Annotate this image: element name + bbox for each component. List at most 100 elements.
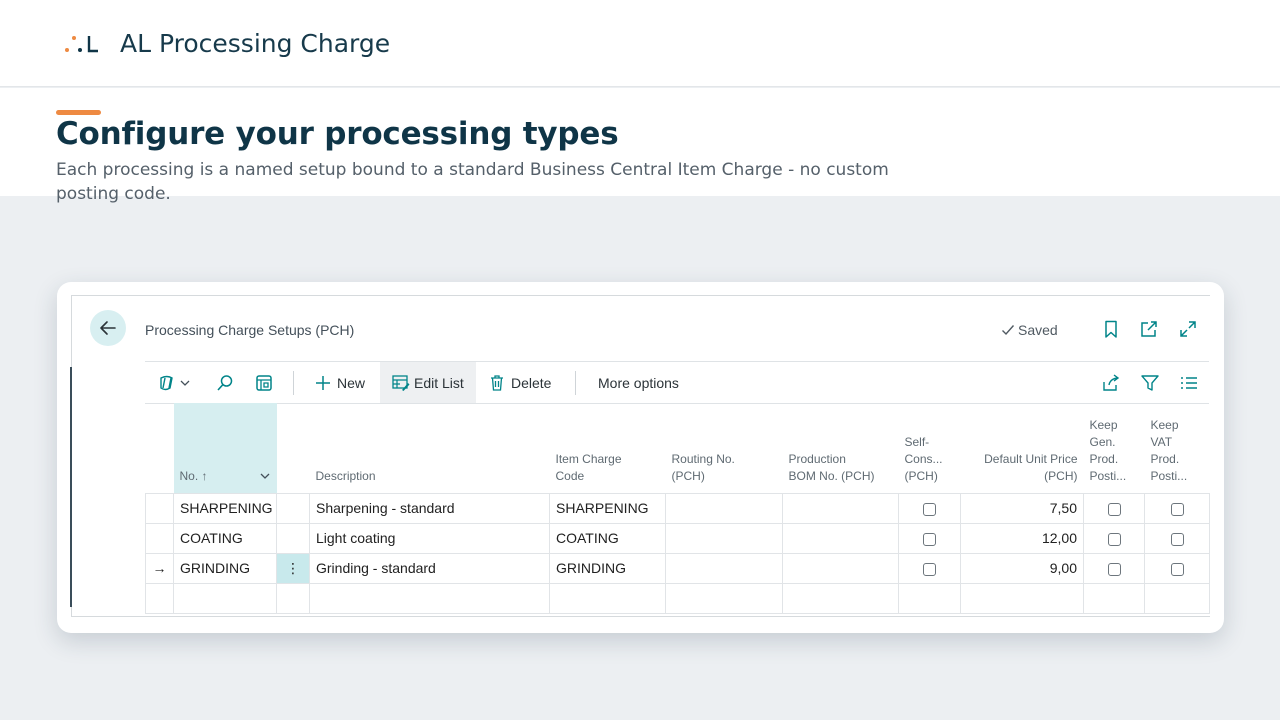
keep-vat-prod-checkbox[interactable] (1170, 532, 1184, 546)
cell-no[interactable]: GRINDING (173, 552, 277, 584)
item-charge-header-line: Item Charge (555, 451, 622, 466)
column-header-keep-vat-prod-posting[interactable]: Keep VAT Prod. Posti... (1145, 403, 1210, 493)
new-button[interactable]: New (315, 362, 365, 403)
table-row[interactable]: COATING Light coating COATING 12,00 (145, 522, 1210, 554)
share-button[interactable] (1101, 362, 1121, 403)
bookmark-icon[interactable] (1101, 319, 1121, 339)
saved-status: Saved (1001, 322, 1058, 338)
table-row-empty[interactable] (145, 582, 1210, 614)
row-menu-header (277, 403, 310, 493)
cell-item-charge-code[interactable]: COATING (549, 522, 666, 554)
cell-production-bom[interactable] (782, 552, 899, 584)
list-view-button[interactable] (1179, 362, 1199, 403)
cell-default-unit-price[interactable] (960, 582, 1084, 614)
delete-button[interactable]: Delete (489, 362, 551, 403)
search-button[interactable] (215, 362, 235, 403)
back-button[interactable] (90, 310, 126, 346)
self-consumption-checkbox[interactable] (923, 502, 936, 516)
row-actions-cell[interactable] (276, 492, 310, 524)
keep-gen-prod-checkbox[interactable] (1107, 562, 1121, 576)
cell-keep-gen-prod (1083, 552, 1145, 584)
cell-keep-vat-prod (1144, 492, 1210, 524)
vat-header-line: Prod. (1150, 451, 1180, 466)
table-row-selected[interactable]: → GRINDING ⋮ Grinding - standard GRINDIN… (145, 552, 1210, 584)
page-caption: Processing Charge Setups (PCH) (145, 322, 355, 338)
item-charge-header-line: Code (555, 468, 585, 483)
cell-routing-no[interactable] (665, 552, 783, 584)
cell-production-bom[interactable] (782, 582, 899, 614)
column-header-production-bom[interactable]: Production BOM No. (PCH) (783, 403, 899, 493)
keep-vat-prod-checkbox[interactable] (1170, 562, 1184, 576)
cell-self-consumption[interactable] (898, 582, 961, 614)
cell-production-bom[interactable] (782, 492, 899, 524)
row-indicator (145, 582, 174, 614)
cell-no[interactable]: COATING (173, 522, 277, 554)
search-icon (217, 374, 233, 391)
cell-no[interactable]: SHARPENING (173, 492, 277, 524)
column-header-self-consumption[interactable]: Self- Cons... (PCH) (899, 403, 961, 493)
column-header-item-charge-code[interactable]: Item Charge Code (550, 403, 666, 493)
edit-list-button[interactable]: Edit List (380, 362, 476, 403)
column-header-description[interactable]: Description (310, 403, 550, 493)
column-header-keep-gen-prod-posting[interactable]: Keep Gen. Prod. Posti... (1084, 403, 1145, 493)
cell-routing-no[interactable] (665, 492, 783, 524)
table-row[interactable]: SHARPENING Sharpening - standard SHARPEN… (145, 492, 1210, 524)
cell-keep-gen-prod[interactable] (1083, 582, 1145, 614)
keep-vat-prod-checkbox[interactable] (1170, 502, 1184, 516)
action-separator (293, 371, 294, 395)
more-options-button[interactable]: More options (598, 362, 679, 403)
setups-grid: No. ↑ Description Item Charge Code Routi… (145, 403, 1210, 614)
filter-button[interactable] (1140, 362, 1160, 403)
cell-default-unit-price[interactable]: 7,50 (960, 492, 1084, 524)
routing-header-line: Routing No. (671, 451, 735, 466)
edit-list-label: Edit List (414, 374, 464, 391)
column-header-default-unit-price[interactable]: Default Unit Price (PCH) (961, 403, 1084, 493)
gen-header-line: Keep (1089, 417, 1118, 432)
copilot-button[interactable] (157, 362, 191, 403)
expand-icon[interactable] (1178, 319, 1198, 339)
share-icon (1103, 373, 1120, 391)
cell-no[interactable] (173, 582, 277, 614)
hero-subtitle: Each processing is a named setup bound t… (56, 160, 889, 204)
screenshot-card: Processing Charge Setups (PCH) Saved New… (57, 282, 1224, 633)
delete-label: Delete (511, 374, 552, 391)
hero-title: Configure your processing types (56, 116, 619, 152)
row-actions-cell[interactable] (276, 582, 310, 614)
price-header-line: Default Unit Price (984, 451, 1078, 466)
gen-header-line: Posti... (1089, 468, 1127, 483)
view-layout-button[interactable] (254, 362, 274, 403)
cell-description[interactable] (309, 582, 550, 614)
gen-header-line: Gen. (1089, 434, 1116, 449)
row-actions-cell[interactable] (276, 522, 310, 554)
cell-item-charge-code[interactable]: GRINDING (549, 552, 666, 584)
open-new-window-icon[interactable] (1139, 319, 1159, 339)
cell-keep-vat-prod (1144, 522, 1210, 554)
cell-item-charge-code[interactable] (549, 582, 666, 614)
self-consumption-checkbox[interactable] (923, 562, 936, 576)
cell-description[interactable]: Light coating (309, 522, 550, 554)
chevron-down-icon[interactable] (259, 470, 271, 482)
row-indicator (145, 522, 174, 554)
self-header-line: Cons... (904, 451, 943, 466)
cell-description[interactable]: Grinding - standard (309, 552, 550, 584)
price-header-line: (PCH) (1044, 468, 1078, 483)
cell-self-consumption (898, 522, 961, 554)
cell-default-unit-price[interactable]: 9,00 (960, 552, 1084, 584)
cell-routing-no[interactable] (665, 522, 783, 554)
cell-keep-vat-prod[interactable] (1144, 582, 1210, 614)
cell-keep-gen-prod (1083, 492, 1145, 524)
routing-header-line: (PCH) (671, 468, 705, 483)
cell-item-charge-code[interactable]: SHARPENING (549, 492, 666, 524)
action-separator (575, 371, 576, 395)
keep-gen-prod-checkbox[interactable] (1107, 502, 1121, 516)
app-logo-icon (65, 36, 98, 53)
column-header-no[interactable]: No. ↑ (173, 403, 277, 493)
row-actions-menu-icon[interactable]: ⋮ (276, 552, 310, 584)
cell-routing-no[interactable] (665, 582, 783, 614)
cell-production-bom[interactable] (782, 522, 899, 554)
keep-gen-prod-checkbox[interactable] (1107, 532, 1121, 546)
cell-description[interactable]: Sharpening - standard (309, 492, 550, 524)
cell-default-unit-price[interactable]: 12,00 (960, 522, 1084, 554)
self-consumption-checkbox[interactable] (923, 532, 936, 546)
column-header-routing-no[interactable]: Routing No. (PCH) (666, 403, 783, 493)
